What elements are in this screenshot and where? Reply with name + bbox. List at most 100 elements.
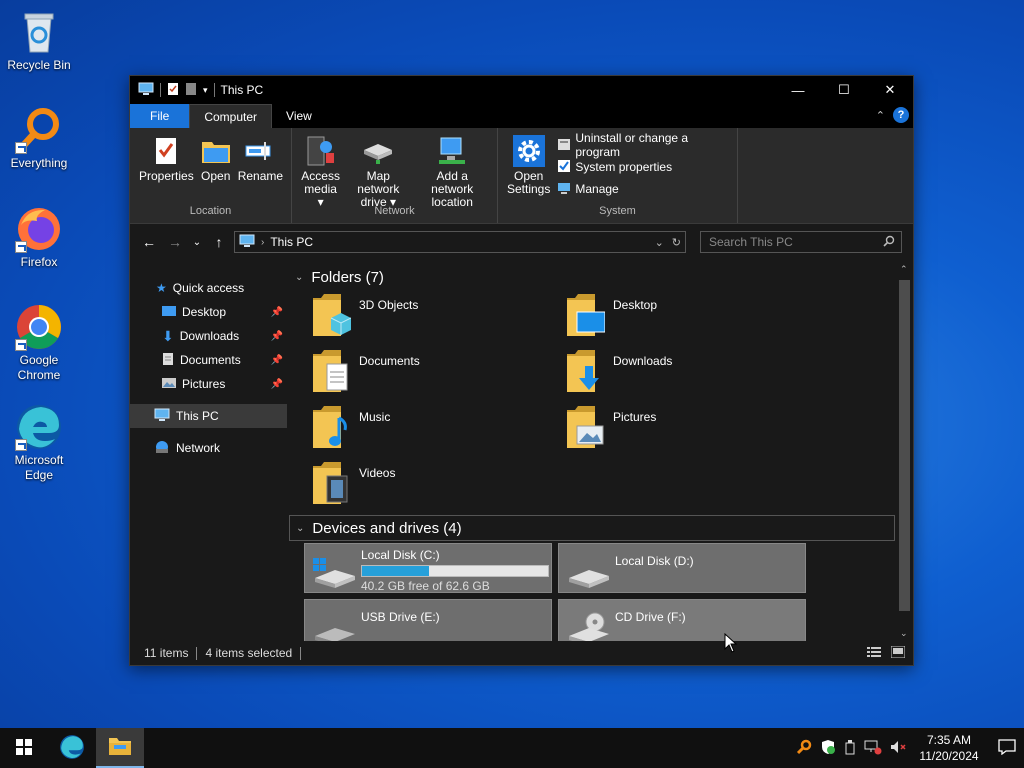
back-button[interactable]: ← [138, 230, 160, 254]
search-placeholder: Search This PC [709, 235, 793, 249]
ribbon: Properties Open Rename Location Access m… [130, 128, 913, 224]
tab-file[interactable]: File [130, 104, 190, 128]
open-folder-icon [200, 134, 232, 168]
desktop-icon-recycle-bin[interactable]: Recycle Bin [4, 8, 74, 73]
manage-button[interactable]: Manage [557, 178, 731, 200]
nav-item-downloads[interactable]: ⬇ Downloads 📌 [130, 324, 287, 348]
usb-eject-icon[interactable] [844, 739, 856, 758]
tab-view[interactable]: View [272, 104, 326, 128]
content-area: ⌄ Folders (7) 3D Objects Desktop Documen… [287, 264, 913, 649]
ribbon-group-label: Network [374, 205, 415, 217]
volume-muted-icon[interactable] [890, 739, 906, 758]
everything-tray-icon[interactable] [796, 739, 812, 758]
folder-item-documents[interactable]: Documents [311, 350, 551, 400]
firefox-icon [15, 205, 63, 253]
address-dropdown-icon[interactable]: ⌄ [655, 236, 664, 249]
scroll-down-icon[interactable]: ⌄ [900, 628, 908, 639]
breadcrumb-separator-icon[interactable]: › [261, 237, 264, 248]
collapse-chevron-icon: ⌄ [296, 522, 305, 534]
properties-quick-icon[interactable] [167, 82, 179, 99]
pin-icon[interactable]: 📌 [271, 379, 283, 390]
uninstall-program-button[interactable]: Uninstall or change a program [557, 131, 731, 159]
search-input[interactable]: Search This PC [700, 231, 902, 253]
folder-item-music[interactable]: Music [311, 406, 551, 456]
breadcrumb-this-pc[interactable]: This PC [270, 235, 313, 249]
folder-item-pictures[interactable]: Pictures [565, 406, 805, 456]
file-explorer-window[interactable]: ▾ This PC — ☐ ✕ File Computer View ⌃ ? P… [129, 75, 914, 666]
computer-management-icon [557, 181, 571, 198]
desktop-icon-everything[interactable]: Everything [4, 106, 74, 171]
notification-center-icon[interactable] [998, 738, 1016, 758]
scroll-up-icon[interactable]: ⌃ [900, 264, 908, 275]
start-button[interactable] [0, 728, 48, 768]
system-tray: 7:35 AM 11/20/2024 [796, 728, 1024, 768]
nav-item-documents[interactable]: Documents 📌 [130, 348, 287, 372]
star-icon: ★ [156, 281, 167, 295]
media-server-icon [305, 134, 337, 168]
drive-item-d[interactable]: Local Disk (D:) [558, 543, 806, 593]
forward-button[interactable]: → [164, 230, 186, 254]
desktop-icon-edge[interactable]: Microsoft Edge [4, 403, 74, 483]
desktop-icon-label: Google Chrome [17, 353, 61, 382]
refresh-icon[interactable]: ↻ [672, 236, 681, 249]
close-button[interactable]: ✕ [867, 76, 913, 104]
videos-folder-icon [311, 462, 351, 506]
folder-item-3d-objects[interactable]: 3D Objects [311, 294, 551, 344]
nav-item-network[interactable]: Network [130, 436, 287, 460]
details-view-icon[interactable] [867, 646, 881, 661]
status-bar: 11 items 4 items selected [130, 641, 913, 665]
minimize-button[interactable]: — [775, 76, 821, 104]
collapse-ribbon-icon[interactable]: ⌃ [876, 109, 885, 122]
taskbar: 7:35 AM 11/20/2024 [0, 728, 1024, 768]
recent-locations-button[interactable]: ⌄ [190, 230, 204, 254]
ribbon-group-label: Location [189, 205, 232, 217]
nav-item-this-pc[interactable]: This PC [130, 404, 287, 428]
large-icons-view-icon[interactable] [890, 645, 906, 661]
desktop-icon-chrome[interactable]: Google Chrome [4, 303, 74, 383]
drive-item-c[interactable]: Local Disk (C:) 40.2 GB free of 62.6 GB [304, 543, 552, 593]
customize-toolbar-icon[interactable]: ▾ [203, 85, 208, 96]
properties-icon [150, 134, 182, 168]
pictures-folder-icon [565, 406, 605, 450]
system-properties-button[interactable]: System properties [557, 156, 731, 178]
network-location-icon [436, 134, 468, 168]
help-button[interactable]: ? [893, 107, 909, 123]
folders-group-header[interactable]: ⌄ Folders (7) [289, 264, 384, 290]
security-shield-icon[interactable] [820, 739, 836, 758]
desktop-icon-label: Everything [10, 156, 68, 170]
title-bar[interactable]: ▾ This PC — ☐ ✕ [130, 76, 913, 104]
desktop-icon-firefox[interactable]: Firefox [4, 205, 74, 270]
scrollbar-thumb[interactable] [899, 280, 910, 611]
collapse-chevron-icon: ⌄ [295, 271, 304, 283]
nav-item-quick-access[interactable]: ★ Quick access [130, 276, 287, 300]
nav-item-pictures[interactable]: Pictures 📌 [130, 372, 287, 396]
maximize-button[interactable]: ☐ [821, 76, 867, 104]
up-button[interactable]: ↑ [208, 230, 230, 254]
tab-computer[interactable]: Computer [189, 104, 273, 128]
address-bar[interactable]: › This PC ⌄ ↻ [234, 231, 686, 253]
pin-icon[interactable]: 📌 [271, 307, 283, 318]
folder-item-videos[interactable]: Videos [311, 462, 551, 512]
folder-item-desktop[interactable]: Desktop [565, 294, 805, 344]
clock-time: 7:35 AM [926, 733, 972, 747]
nav-item-desktop[interactable]: Desktop 📌 [130, 300, 287, 324]
network-disconnected-icon[interactable] [864, 739, 882, 758]
search-icon [883, 235, 895, 250]
taskbar-file-explorer[interactable] [96, 728, 144, 768]
desktop-icon-label: Recycle Bin [7, 58, 71, 72]
folder-item-downloads[interactable]: Downloads [565, 350, 805, 400]
clock[interactable]: 7:35 AM 11/20/2024 [914, 732, 984, 764]
3d-objects-folder-icon [311, 294, 352, 338]
taskbar-edge[interactable] [48, 728, 96, 768]
navigation-bar: ← → ⌄ ↑ › This PC ⌄ ↻ Search This PC [130, 224, 913, 260]
pictures-icon [162, 377, 176, 392]
ribbon-group-label: System [599, 205, 636, 217]
edge-icon [15, 403, 63, 451]
new-folder-quick-icon[interactable] [185, 82, 197, 99]
pin-icon[interactable]: 📌 [271, 331, 283, 342]
vertical-scrollbar[interactable]: ⌃ ⌄ [896, 264, 913, 641]
drives-group-header[interactable]: ⌄ Devices and drives (4) [289, 515, 895, 541]
this-pc-icon [239, 234, 255, 251]
edge-icon [59, 734, 85, 763]
pin-icon[interactable]: 📌 [271, 355, 283, 366]
